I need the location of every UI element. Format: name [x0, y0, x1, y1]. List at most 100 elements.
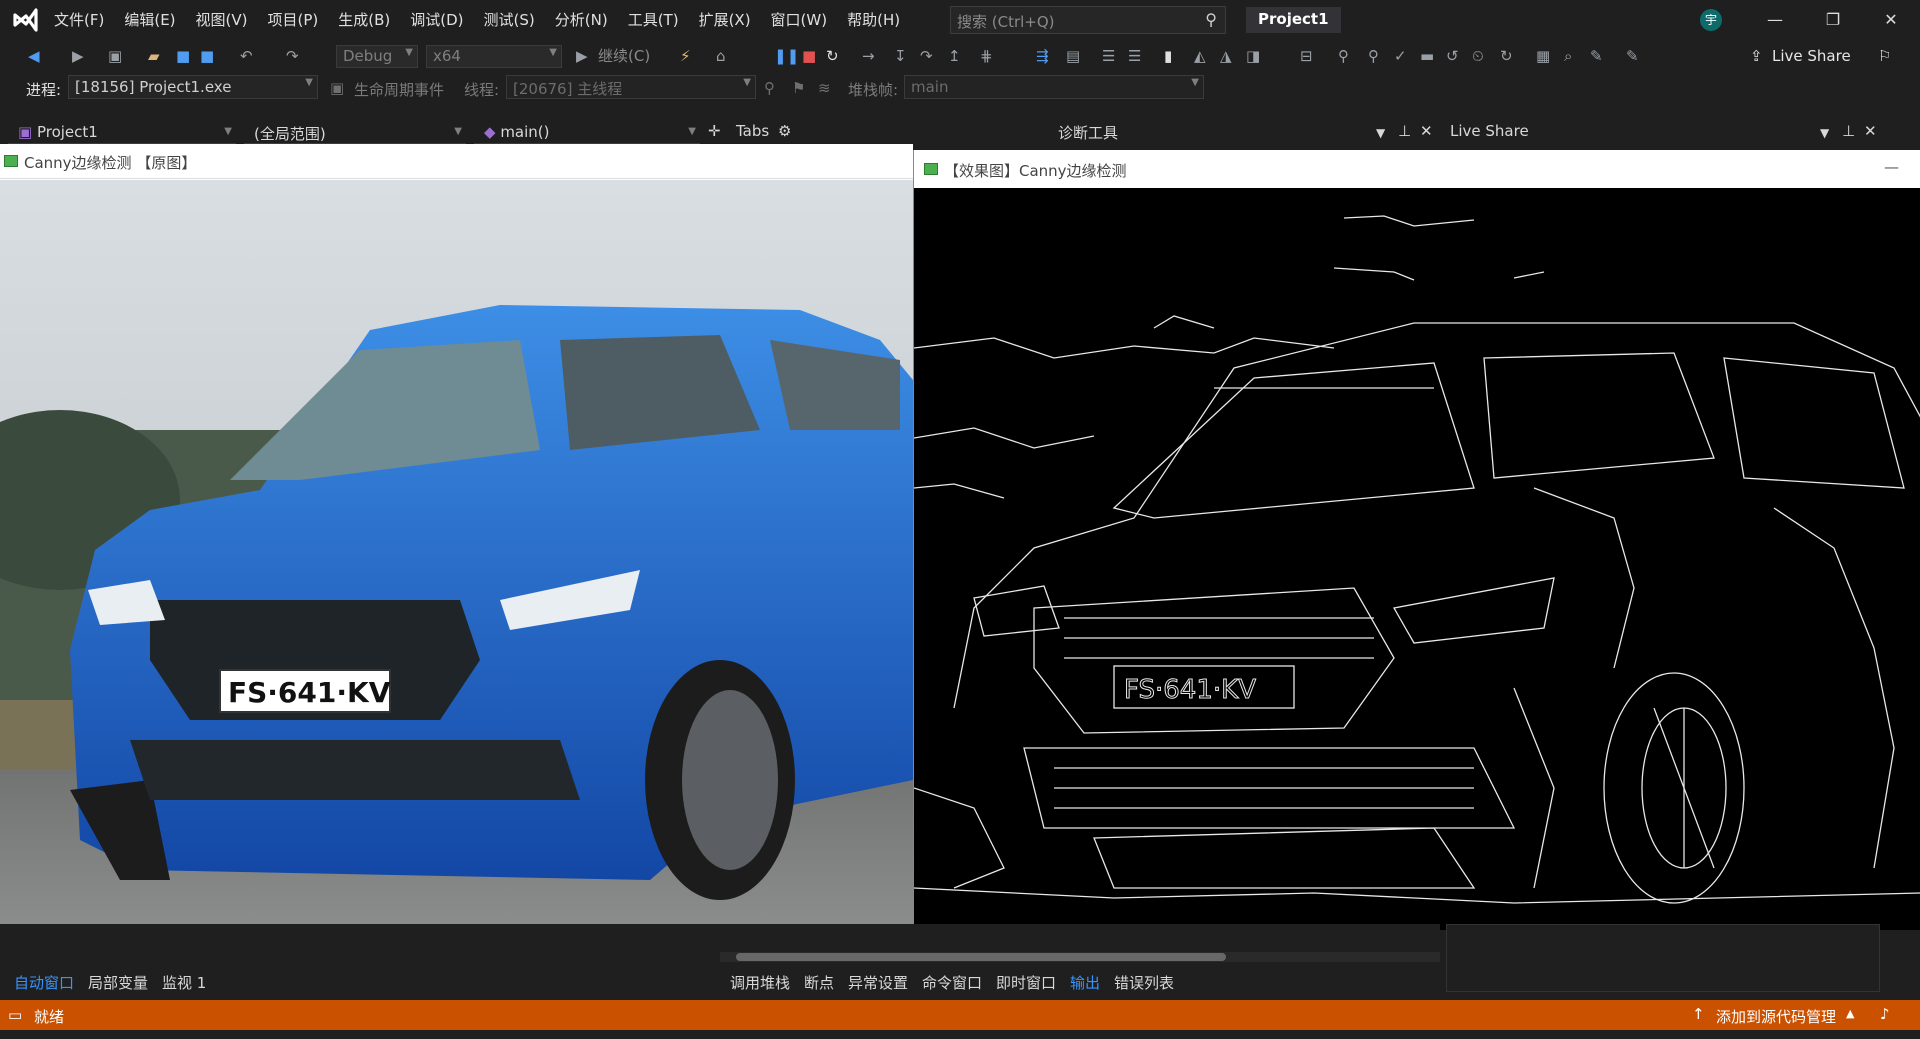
lifecycle-icon[interactable]: ▣ — [330, 79, 344, 97]
tab-call-stack[interactable]: 调用堆栈 — [730, 972, 790, 993]
folder-bookmark-icon[interactable]: ◨ — [1246, 48, 1260, 64]
project-select[interactable]: ▣ Project1 ▼ — [8, 120, 236, 144]
inspect-icon[interactable]: ⌕ — [1564, 48, 1572, 64]
search-icon[interactable]: ⚲ — [1205, 10, 1217, 29]
canny-result-window[interactable]: 【效果图】Canny边缘检测 — FS·641·KV — [913, 150, 1920, 930]
hex-display-icon[interactable]: ⋕ — [980, 48, 993, 64]
result-window-titlebar[interactable]: 【效果图】Canny边缘检测 — — [914, 150, 1920, 188]
tab-command-window[interactable]: 命令窗口 — [922, 972, 982, 993]
stack-icon[interactable]: ▤ — [1066, 48, 1080, 64]
split-icon[interactable]: ✛ — [700, 118, 729, 144]
tab-immediate-window[interactable]: 即时窗口 — [996, 972, 1056, 993]
step-into-icon[interactable]: ↧ — [894, 48, 907, 64]
filter-icon[interactable]: ⚲ — [764, 79, 775, 97]
tab-output[interactable]: 输出 — [1070, 972, 1100, 993]
process-select[interactable]: [18156] Project1.exe ▼ — [68, 75, 318, 99]
menu-debug[interactable]: 调试(D) — [400, 0, 473, 40]
indent-icon[interactable]: ☰ — [1102, 48, 1115, 64]
history-back-icon[interactable]: ↺ — [1446, 48, 1459, 64]
diagnostic-icon[interactable]: ⊟ — [1300, 48, 1313, 64]
tools-icon[interactable]: ✎ — [1626, 48, 1639, 64]
minimize-button[interactable]: — — [1884, 158, 1899, 176]
original-window-titlebar[interactable]: Canny边缘检测 【原图】 — [0, 144, 913, 179]
restore-button[interactable]: ❐ — [1804, 0, 1862, 40]
thread-select[interactable]: [20676] 主线程 ▼ — [506, 75, 756, 99]
minimize-button[interactable]: — — [1746, 0, 1804, 40]
detach-icon[interactable]: ⚲ — [1368, 48, 1379, 64]
live-share-button[interactable]: Live Share — [1772, 48, 1851, 64]
close-icon[interactable]: ✕ — [1412, 118, 1441, 144]
menu-file[interactable]: 文件(F) — [44, 0, 114, 40]
gear-icon[interactable]: ⚙ — [770, 118, 799, 144]
threads-icon[interactable]: ≋ — [818, 79, 831, 97]
clear-icon[interactable]: ▬ — [1420, 48, 1434, 64]
continue-button[interactable]: 继续(C) — [598, 48, 650, 64]
redo-icon[interactable]: ↷ — [286, 48, 299, 64]
save-all-icon[interactable]: ■ — [200, 48, 214, 64]
menu-analyze[interactable]: 分析(N) — [545, 0, 618, 40]
tab-breakpoints[interactable]: 断点 — [804, 972, 834, 993]
menu-edit[interactable]: 编辑(E) — [114, 0, 185, 40]
layers-icon[interactable]: ▦ — [1536, 48, 1550, 64]
open-folder-icon[interactable]: ▰ — [148, 48, 160, 64]
chevron-up-icon[interactable]: ▲ — [1846, 1007, 1854, 1020]
bookmark-icon[interactable]: ▮ — [1164, 48, 1172, 64]
next-bookmark-icon[interactable]: ◮ — [1220, 48, 1232, 64]
stop-icon[interactable]: ■ — [802, 48, 816, 64]
menu-view[interactable]: 视图(V) — [186, 0, 258, 40]
menu-window[interactable]: 窗口(W) — [761, 0, 838, 40]
stack-frame-select[interactable]: main ▼ — [904, 75, 1204, 99]
lifecycle-events-button[interactable]: 生命周期事件 — [354, 79, 444, 100]
configuration-select[interactable]: Debug ▼ — [336, 45, 418, 68]
pause-icon[interactable]: ❚❚ — [774, 48, 799, 64]
close-button[interactable]: ✕ — [1862, 0, 1920, 40]
menu-project[interactable]: 项目(P) — [258, 0, 329, 40]
notification-bell-icon[interactable]: ♪ — [1880, 1005, 1890, 1023]
restart-icon[interactable]: ↻ — [826, 48, 839, 64]
tab-autos[interactable]: 自动窗口 — [14, 972, 74, 993]
feedback-icon[interactable]: ⚐ — [1878, 48, 1891, 64]
play-icon[interactable]: ▶ — [576, 48, 588, 64]
wrench-icon[interactable]: ✎ — [1590, 48, 1603, 64]
menu-extensions[interactable]: 扩展(X) — [689, 0, 761, 40]
menu-test[interactable]: 测试(S) — [474, 0, 545, 40]
save-icon[interactable]: ■ — [176, 48, 190, 64]
history-icon[interactable]: ⏲ — [1472, 48, 1484, 64]
attach-icon[interactable]: ⚲ — [1338, 48, 1349, 64]
step-over-icon[interactable]: ↷ — [920, 48, 933, 64]
scrollbar-thumb[interactable] — [736, 953, 1226, 961]
tab-locals[interactable]: 局部变量 — [88, 972, 148, 993]
tab-error-list[interactable]: 错误列表 — [1114, 972, 1174, 993]
check-icon[interactable]: ✓ — [1394, 48, 1407, 64]
hot-reload-icon[interactable]: ⚡ — [680, 48, 691, 64]
diagnostic-tools-title: 诊断工具 — [1058, 124, 1119, 142]
app-window-icon[interactable]: ⌂ — [716, 48, 726, 64]
platform-select[interactable]: x64 ▼ — [426, 45, 562, 68]
prev-bookmark-icon[interactable]: ◭ — [1194, 48, 1206, 64]
share-icon[interactable]: ⇪ — [1750, 48, 1763, 64]
menu-build[interactable]: 生成(B) — [328, 0, 400, 40]
chevron-down-icon: ▼ — [454, 126, 462, 137]
scope-select[interactable]: (全局范围) ▼ — [244, 120, 466, 144]
thread-icon[interactable]: ⇶ — [1036, 48, 1049, 64]
show-next-statement-icon[interactable]: → — [862, 48, 875, 64]
forward-icon[interactable]: ▶ — [72, 48, 84, 64]
undo-icon[interactable]: ↶ — [240, 48, 253, 64]
refresh-icon[interactable]: ↻ — [1500, 48, 1513, 64]
edge-plate-text: FS·641·KV — [1124, 675, 1256, 705]
function-select[interactable]: ◆ main() ▼ — [474, 120, 700, 144]
tab-exception-settings[interactable]: 异常设置 — [848, 972, 908, 993]
menu-tools[interactable]: 工具(T) — [618, 0, 689, 40]
tab-watch-1[interactable]: 监视 1 — [162, 972, 206, 993]
add-to-source-control-button[interactable]: 添加到源代码管理 — [1716, 1006, 1836, 1027]
flag-icon[interactable]: ⚑ — [792, 79, 805, 97]
new-project-icon[interactable]: ▣ — [108, 48, 122, 64]
close-icon[interactable]: ✕ — [1856, 118, 1885, 144]
original-image-window[interactable]: Canny边缘检测 【原图】 FS·641·KV — [0, 144, 913, 924]
outdent-icon[interactable]: ☰ — [1128, 48, 1141, 64]
menu-help[interactable]: 帮助(H) — [837, 0, 910, 40]
search-input[interactable]: 搜索 (Ctrl+Q) ⚲ — [950, 6, 1226, 34]
back-icon[interactable]: ◀ — [28, 48, 40, 64]
avatar[interactable]: 宇 — [1700, 9, 1722, 31]
step-out-icon[interactable]: ↥ — [948, 48, 961, 64]
